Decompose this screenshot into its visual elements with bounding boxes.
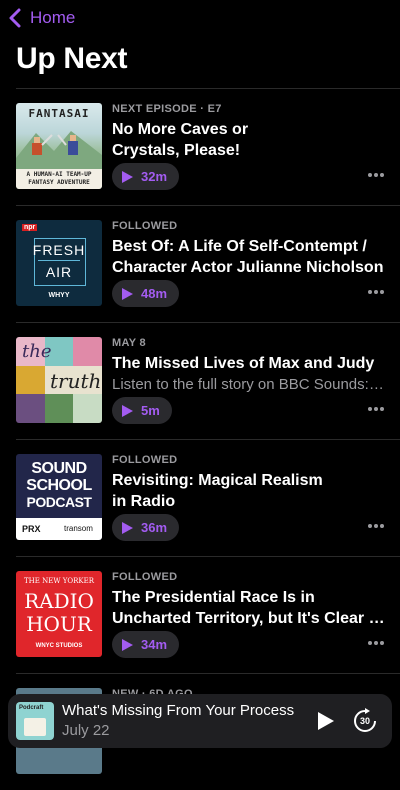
page-title: Up Next	[16, 42, 128, 75]
skip-seconds-label: 30	[359, 716, 370, 726]
back-button[interactable]: Home	[6, 4, 75, 32]
episode-meta: NEXT EPISODE · E7	[112, 103, 222, 115]
prx-logo: PRX	[22, 524, 41, 534]
artwork-title: the	[22, 341, 52, 362]
episode-title: The Presidential Race Is in Uncharted Te…	[112, 587, 386, 629]
more-options-icon[interactable]	[368, 523, 384, 529]
episode-meta: MAY 8	[112, 337, 146, 349]
artwork-title-1: RADIO	[24, 589, 94, 613]
chevron-left-icon	[9, 8, 21, 28]
play-icon[interactable]	[314, 710, 336, 732]
mini-player-art-label: Podcraft	[19, 705, 44, 711]
podcast-artwork: SOUND SCHOOL PODCAST PRX transom	[16, 454, 102, 540]
duration-label: 34m	[141, 637, 168, 652]
mini-player-artwork: Podcraft	[16, 702, 54, 740]
artwork-title-2: HOUR	[26, 612, 92, 636]
mini-player-date: July 22	[62, 722, 110, 739]
artwork-title-2: SCHOOL	[26, 477, 92, 494]
mini-player[interactable]: Podcraft What's Missing From Your Proces…	[8, 694, 392, 748]
episode-title: Revisiting: Magical Realism in Radio	[112, 470, 386, 512]
episode-meta: FOLLOWED	[112, 454, 178, 466]
npr-logo: npr	[22, 224, 38, 231]
artwork-title: FRESH	[32, 242, 86, 258]
play-icon	[122, 287, 133, 300]
episode-title: The Missed Lives of Max and Judy	[112, 353, 386, 374]
episode-row[interactable]: npr FRESH AIR WHYY FOLLOWED Best Of: A L…	[16, 205, 400, 322]
episode-row[interactable]: SOUND SCHOOL PODCAST PRX transom FOLLOWE…	[16, 439, 400, 556]
episode-title: Best Of: A Life Of Self-Contempt / Chara…	[112, 236, 386, 278]
more-options-icon[interactable]	[368, 172, 384, 178]
artwork-subtitle: truth	[50, 369, 102, 393]
duration-label: 32m	[141, 169, 168, 184]
mini-player-title: What's Missing From Your Process	[62, 702, 295, 719]
podcast-artwork: THE NEW YORKER RADIO HOUR WNYC STUDIOS	[16, 571, 102, 657]
more-options-icon[interactable]	[368, 406, 384, 412]
play-icon	[122, 638, 133, 651]
episode-title-line: No More Caves or	[112, 121, 249, 138]
episode-list: FANTASAI A HUMAN-AI TEAM-UP FANTASY ADVE…	[0, 88, 400, 790]
artwork-tagline-2: FANTASY ADVENTURE	[28, 179, 90, 186]
duration-label: 48m	[141, 286, 168, 301]
play-button[interactable]: 34m	[112, 631, 180, 658]
episode-row[interactable]: THE NEW YORKER RADIO HOUR WNYC STUDIOS F…	[16, 556, 400, 673]
podcast-artwork: FANTASAI A HUMAN-AI TEAM-UP FANTASY ADVE…	[16, 103, 102, 189]
artwork-tagline-1: A HUMAN-AI TEAM-UP	[26, 171, 92, 178]
play-icon	[122, 170, 133, 183]
more-options-icon[interactable]	[368, 640, 384, 646]
episode-title: No More Caves or Crystals, Please!	[112, 119, 386, 161]
play-icon	[122, 404, 133, 417]
more-options-icon[interactable]	[368, 289, 384, 295]
skip-forward-button[interactable]: 30	[352, 708, 378, 734]
station-label: WNYC STUDIOS	[35, 643, 83, 649]
episode-row[interactable]: the truth MAY 8 The Missed Lives of Max …	[16, 322, 400, 439]
station-label: WHYY	[48, 292, 70, 299]
episode-row[interactable]: FANTASAI A HUMAN-AI TEAM-UP FANTASY ADVE…	[16, 88, 400, 205]
episode-title-line: The Presidential Race Is in	[112, 589, 315, 606]
episode-meta: FOLLOWED	[112, 571, 178, 583]
play-icon	[122, 521, 133, 534]
podcast-artwork: npr FRESH AIR WHYY	[16, 220, 102, 306]
transom-logo: transom	[64, 524, 93, 533]
episode-title-line: Character Actor Julianne Nicholson	[112, 259, 384, 276]
episode-title-line: Crystals, Please!	[112, 142, 241, 159]
episode-description: Listen to the full story on BBC Sounds: …	[112, 376, 386, 393]
episode-title-line: Uncharted Territory, but It's Clear What	[112, 610, 386, 627]
duration-label: 5m	[141, 403, 160, 418]
artwork-title-1: SOUND	[31, 460, 87, 477]
play-button[interactable]: 48m	[112, 280, 180, 307]
artwork-title-3: PODCAST	[26, 494, 92, 510]
episode-title-line: The Missed Lives of Max and Judy	[112, 355, 375, 372]
episode-meta: FOLLOWED	[112, 220, 178, 232]
episode-title-line: in Radio	[112, 493, 176, 510]
back-label: Home	[30, 8, 76, 27]
play-button[interactable]: 36m	[112, 514, 180, 541]
podcast-artwork: the truth	[16, 337, 102, 423]
play-button[interactable]: 5m	[112, 397, 172, 424]
artwork-subtitle: AIR	[45, 264, 73, 280]
duration-label: 36m	[141, 520, 168, 535]
episode-title-line: Best Of: A Life Of Self-Contempt /	[112, 238, 367, 255]
play-button[interactable]: 32m	[112, 163, 180, 190]
episode-title-line: Revisiting: Magical Realism	[112, 472, 323, 489]
artwork-brand: THE NEW YORKER	[23, 577, 94, 585]
